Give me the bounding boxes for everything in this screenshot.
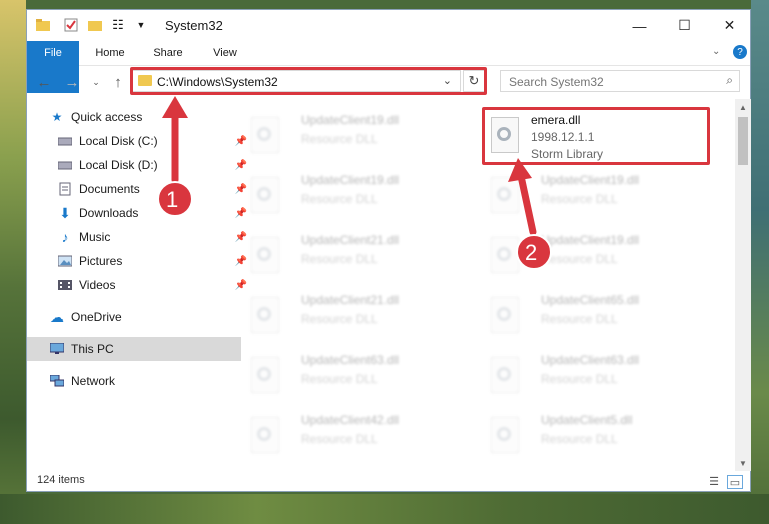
step2-number: 2 [525, 240, 538, 265]
step2-arrow [508, 158, 537, 236]
annotation-layer [157, 96, 552, 270]
step1-arrow [162, 96, 188, 184]
step1-number: 1 [166, 187, 179, 212]
